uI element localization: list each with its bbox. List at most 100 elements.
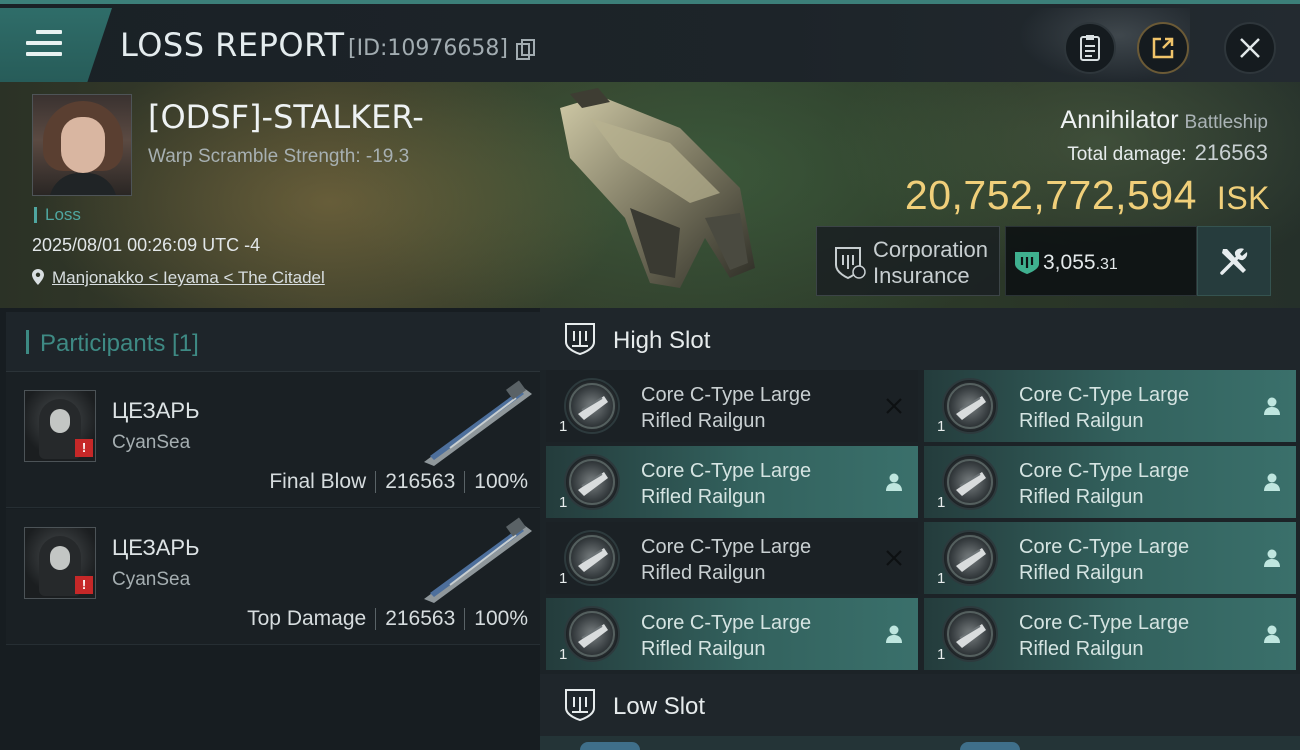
- high-slot-module[interactable]: 1 Core C-Type Large Rifled Railgun: [924, 598, 1296, 670]
- total-damage-label: Total damage:: [1067, 144, 1187, 165]
- railgun-module-icon: [942, 378, 998, 434]
- high-slot-label: High Slot: [613, 327, 711, 354]
- slot-shield-icon: [565, 689, 595, 722]
- high-slot-module[interactable]: 1 Core C-Type Large Rifled Railgun: [924, 446, 1296, 518]
- module-name: Core C-Type Large Rifled Railgun: [1019, 536, 1190, 584]
- report-id: [ID:10976658]: [348, 36, 508, 61]
- copy-icon[interactable]: [516, 39, 536, 61]
- high-slot-module[interactable]: 1 Core C-Type Large Rifled Railgun: [546, 370, 918, 442]
- module-name: Core C-Type Large Rifled Railgun: [641, 384, 812, 432]
- high-slot-module[interactable]: 1 Core C-Type Large Rifled Railgun: [546, 598, 918, 670]
- insurance-value: 3,055.31: [1005, 226, 1197, 296]
- railgun-module-icon: [564, 530, 620, 586]
- person-icon: [884, 472, 904, 492]
- participant-role: Final Blow: [269, 470, 367, 493]
- module-quantity: 1: [559, 646, 568, 663]
- clipboard-button[interactable]: [1064, 22, 1116, 74]
- ship-class: Battleship: [1184, 112, 1268, 133]
- victim-pilot-name[interactable]: [ODSF]-STALKER-: [148, 98, 424, 136]
- ship-type: Annihilator: [1060, 106, 1179, 134]
- participant-stats: Top Damage 216563 100%: [247, 607, 528, 631]
- module-quantity: 1: [937, 418, 946, 435]
- module-name: Core C-Type Large Rifled Railgun: [641, 460, 812, 508]
- menu-button[interactable]: [0, 8, 112, 82]
- module-quantity: 1: [559, 570, 568, 587]
- isk-unit: ISK: [1216, 180, 1270, 216]
- corporation-insurance-button[interactable]: Corporation Insurance: [816, 226, 1000, 296]
- module-name: Core C-Type Large Rifled Railgun: [1019, 612, 1190, 660]
- person-icon: [1262, 548, 1282, 568]
- railgun-module-icon: [942, 606, 998, 662]
- kill-datetime: 2025/08/01 00:26:09 UTC -4: [32, 235, 261, 255]
- participant-stats: Final Blow 216563 100%: [269, 470, 528, 494]
- participant-avatar[interactable]: !: [24, 390, 96, 462]
- top-bar: LOSS REPORT [ID:10976658]: [0, 0, 1300, 86]
- clipboard-icon: [1080, 35, 1100, 61]
- person-icon: [884, 624, 904, 644]
- module-name: Core C-Type Large Rifled Railgun: [641, 536, 812, 584]
- participant-damage: 216563: [385, 607, 456, 630]
- railgun-weapon-icon: [424, 517, 532, 603]
- isk-amount: 20,752,772,594: [904, 172, 1197, 218]
- module-name: Core C-Type Large Rifled Railgun: [1019, 460, 1190, 508]
- insurance-label: Corporation Insurance: [873, 237, 988, 288]
- person-icon: [1262, 472, 1282, 492]
- insurance-shield-icon: [835, 247, 866, 280]
- close-icon: [1240, 38, 1260, 58]
- kill-location[interactable]: Manjonakko < Ieyama < The Citadel: [32, 268, 325, 288]
- total-damage-value: 216563: [1194, 140, 1268, 165]
- participant-percent: 100%: [474, 470, 528, 493]
- participant-avatar[interactable]: !: [24, 527, 96, 599]
- export-icon: [1152, 37, 1174, 59]
- railgun-module-icon: [942, 454, 998, 510]
- insurance-amount: 3,055.31: [1043, 251, 1118, 274]
- participant-row[interactable]: ! ЦЕЗАРЬ CyanSea Final Blow 216563 100%: [6, 372, 540, 508]
- module-quantity: 1: [937, 570, 946, 587]
- participant-row[interactable]: ! ЦЕЗАРЬ CyanSea Top Damage 216563 100%: [6, 509, 540, 645]
- module-quantity: 1: [559, 418, 568, 435]
- participants-header[interactable]: Participants [1]: [6, 312, 540, 372]
- participant-role: Top Damage: [247, 607, 367, 630]
- high-slot-module[interactable]: 1 Core C-Type Large Rifled Railgun: [546, 522, 918, 594]
- participant-corp: CyanSea: [112, 569, 191, 590]
- victim-avatar[interactable]: [32, 94, 132, 196]
- person-icon: [1262, 624, 1282, 644]
- module-name: Core C-Type Large Rifled Railgun: [641, 612, 812, 660]
- participants-panel: Participants [1] ! ЦЕЗАРЬ CyanSea Final …: [0, 308, 540, 750]
- railgun-weapon-icon: [424, 380, 532, 466]
- high-slot-module[interactable]: 1 Core C-Type Large Rifled Railgun: [546, 446, 918, 518]
- export-button[interactable]: [1137, 22, 1189, 74]
- participant-name: ЦЕЗАРЬ: [112, 398, 200, 423]
- slot-shield-icon: [565, 323, 595, 356]
- module-quantity: 1: [937, 646, 946, 663]
- location-link[interactable]: Manjonakko < Ieyama < The Citadel: [52, 268, 325, 287]
- railgun-module-icon: [564, 378, 620, 434]
- ship-render-image: [560, 88, 755, 288]
- alert-icon: !: [75, 439, 93, 457]
- participants-title: Participants [1]: [40, 330, 199, 357]
- module-quantity: 1: [559, 494, 568, 511]
- participant-name: ЦЕЗАРЬ: [112, 535, 200, 560]
- participant-percent: 100%: [474, 607, 528, 630]
- module-name: Core C-Type Large Rifled Railgun: [1019, 384, 1190, 432]
- person-icon: [1262, 396, 1282, 416]
- page-title: LOSS REPORT: [120, 26, 345, 64]
- warp-scramble-strength: Warp Scramble Strength: -19.3: [148, 146, 410, 167]
- participant-damage: 216563: [385, 470, 456, 493]
- ship-name[interactable]: Annihilator Battleship: [1060, 106, 1268, 135]
- location-pin-icon: [32, 269, 44, 285]
- high-slot-module[interactable]: 1 Core C-Type Large Rifled Railgun: [924, 522, 1296, 594]
- high-slot-module[interactable]: 1 Core C-Type Large Rifled Railgun: [924, 370, 1296, 442]
- total-damage: Total damage: 216563: [1067, 140, 1268, 166]
- close-button[interactable]: [1224, 22, 1276, 74]
- high-slot-header: High Slot: [540, 308, 1300, 370]
- x-icon: [884, 548, 904, 568]
- x-icon: [884, 396, 904, 416]
- low-slot-header: Low Slot: [540, 674, 1300, 736]
- hamburger-icon: [26, 30, 62, 63]
- participant-corp: CyanSea: [112, 432, 191, 453]
- fitting-button[interactable]: [1197, 226, 1271, 296]
- alert-icon: !: [75, 576, 93, 594]
- low-slot-modules-peek: [540, 736, 1300, 750]
- loss-summary-banner: [ODSF]-STALKER- Warp Scramble Strength: …: [0, 82, 1300, 308]
